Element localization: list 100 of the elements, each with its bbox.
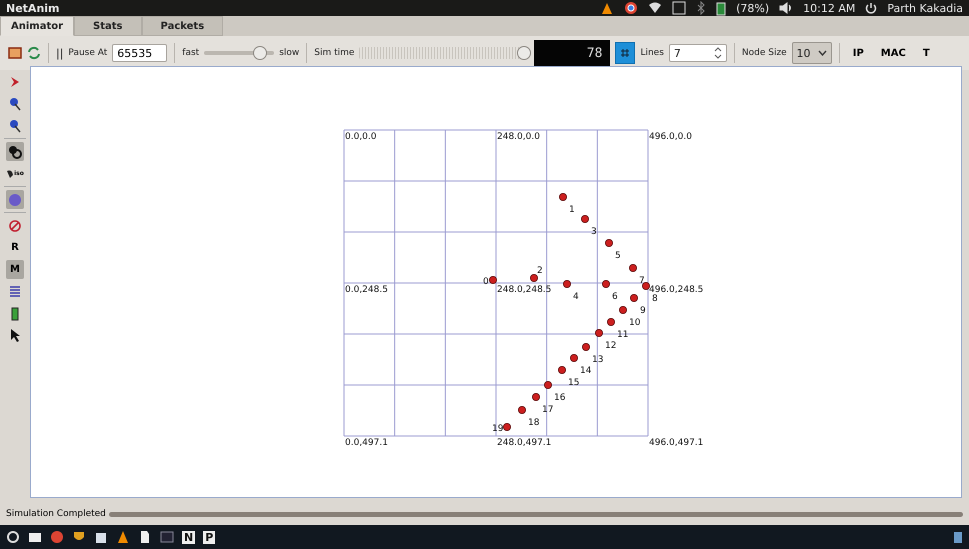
toolbar-button[interactable]: T: [916, 48, 936, 58]
app-title: NetAnim: [6, 2, 60, 14]
node-id-label: 19: [492, 424, 504, 434]
taskbar-app[interactable]: P: [203, 530, 216, 544]
grid-coordinate-label: 248.0,497.1: [497, 438, 552, 448]
cursor-icon: [9, 328, 21, 343]
node-id-label: 18: [528, 418, 540, 428]
node[interactable]: [595, 329, 603, 337]
lines-spinbox[interactable]: 7: [668, 44, 727, 62]
node-id-label: 16: [554, 393, 566, 403]
node[interactable]: [607, 318, 615, 326]
node[interactable]: [544, 381, 552, 389]
node[interactable]: [629, 264, 637, 272]
chevron-icon: [9, 76, 21, 88]
node-size-dropdown[interactable]: 10: [792, 42, 832, 64]
pause-at-label: Pause At: [68, 48, 108, 58]
node[interactable]: [642, 282, 650, 290]
browser-icon[interactable]: [624, 1, 638, 15]
slider-thumb[interactable]: [517, 46, 532, 60]
tool-button[interactable]: M: [6, 260, 24, 279]
disc-icon: [8, 192, 22, 206]
node-id-label: 11: [617, 330, 628, 340]
node[interactable]: [559, 193, 567, 201]
grid-icon: [620, 48, 630, 58]
grid-coordinate-label: 248.0,0.0: [497, 132, 540, 142]
node-id-label: 2: [537, 266, 543, 276]
node[interactable]: [530, 274, 538, 282]
grid-toggle-button[interactable]: [615, 42, 636, 64]
terminal-icon[interactable]: [160, 530, 174, 544]
node[interactable]: [602, 280, 610, 288]
bird-icon: [6, 168, 14, 178]
node[interactable]: [558, 366, 566, 374]
grid-coordinate-label: 496.0,0.0: [649, 132, 692, 142]
grid-coordinate-label: 0.0,248.5: [345, 285, 388, 295]
toolbar-button[interactable]: IP: [846, 48, 870, 58]
node[interactable]: [630, 294, 638, 302]
battery-icon: [11, 306, 19, 321]
node-id-label: 13: [592, 355, 604, 365]
node-size-label: Node Size: [742, 48, 787, 58]
node[interactable]: [619, 306, 627, 314]
folder-icon[interactable]: [28, 530, 42, 544]
spin-arrows-icon[interactable]: [714, 47, 722, 59]
node-id-label: 14: [580, 366, 592, 376]
wifi-icon[interactable]: [648, 2, 662, 14]
grid-coordinate-label: 0.0,497.1: [345, 438, 388, 448]
speed-slider[interactable]: [204, 45, 274, 61]
node[interactable]: [581, 215, 589, 223]
forbidden-icon: [9, 220, 21, 232]
settings-icon[interactable]: [6, 530, 20, 544]
tab[interactable]: Packets: [142, 16, 224, 36]
refresh-icon[interactable]: [27, 46, 41, 60]
node[interactable]: [570, 354, 578, 362]
node-id-label: 3: [591, 227, 597, 237]
node-id-label: 6: [612, 292, 618, 302]
fast-label: fast: [182, 48, 200, 58]
tab[interactable]: Animator: [0, 16, 74, 36]
node[interactable]: [489, 276, 497, 284]
node-id-label: 12: [605, 341, 616, 351]
pin-icon: [9, 118, 21, 132]
node-id-label: 1: [569, 205, 575, 215]
node-id-label: 0: [483, 277, 489, 287]
screen-icon[interactable]: [8, 47, 22, 59]
tab[interactable]: Stats: [74, 16, 142, 36]
caret-icon: [818, 50, 827, 56]
link-icon: [8, 144, 22, 158]
pin-icon: [9, 96, 21, 110]
node[interactable]: [532, 393, 540, 401]
node-id-label: 10: [629, 318, 640, 328]
grid-coordinate-label: 496.0,497.1: [649, 438, 704, 448]
bluetooth-icon[interactable]: [696, 1, 706, 15]
cone-icon[interactable]: [116, 530, 130, 544]
node-id-label: 5: [615, 251, 621, 261]
battery-icon[interactable]: [716, 0, 726, 16]
document-icon[interactable]: [138, 530, 152, 544]
node[interactable]: [582, 343, 590, 351]
node-id-label: 15: [568, 378, 580, 388]
taskbar-app[interactable]: N: [182, 530, 196, 544]
slider-thumb[interactable]: [253, 46, 268, 60]
pause-icon[interactable]: ||: [56, 46, 64, 60]
node[interactable]: [503, 423, 511, 431]
node-id-label: 7: [639, 276, 645, 286]
grid-coordinate-label: 496.0,248.5: [649, 285, 704, 295]
volume-icon[interactable]: [779, 2, 794, 14]
node[interactable]: [518, 406, 526, 414]
toggle-tool-button[interactable]: [6, 142, 24, 161]
node-id-label: 17: [542, 405, 554, 415]
list-icon: [9, 285, 21, 298]
battery-percent: (78%): [736, 2, 770, 14]
clock[interactable]: 10:12 AM: [803, 2, 856, 14]
pause-at-field[interactable]: 65535: [112, 44, 168, 62]
node[interactable]: [605, 239, 613, 247]
user-name[interactable]: Parth Kakadia: [887, 2, 963, 14]
grid-coordinate-label: 248.0,248.5: [497, 285, 552, 295]
toolbar-button[interactable]: MAC: [874, 48, 912, 58]
trash-icon[interactable]: [953, 530, 963, 544]
status-text: Simulation Completed: [6, 509, 106, 519]
node[interactable]: [563, 280, 571, 288]
tool-button[interactable]: R: [6, 238, 24, 257]
power-icon[interactable]: [865, 2, 878, 14]
slow-label: slow: [279, 48, 300, 58]
